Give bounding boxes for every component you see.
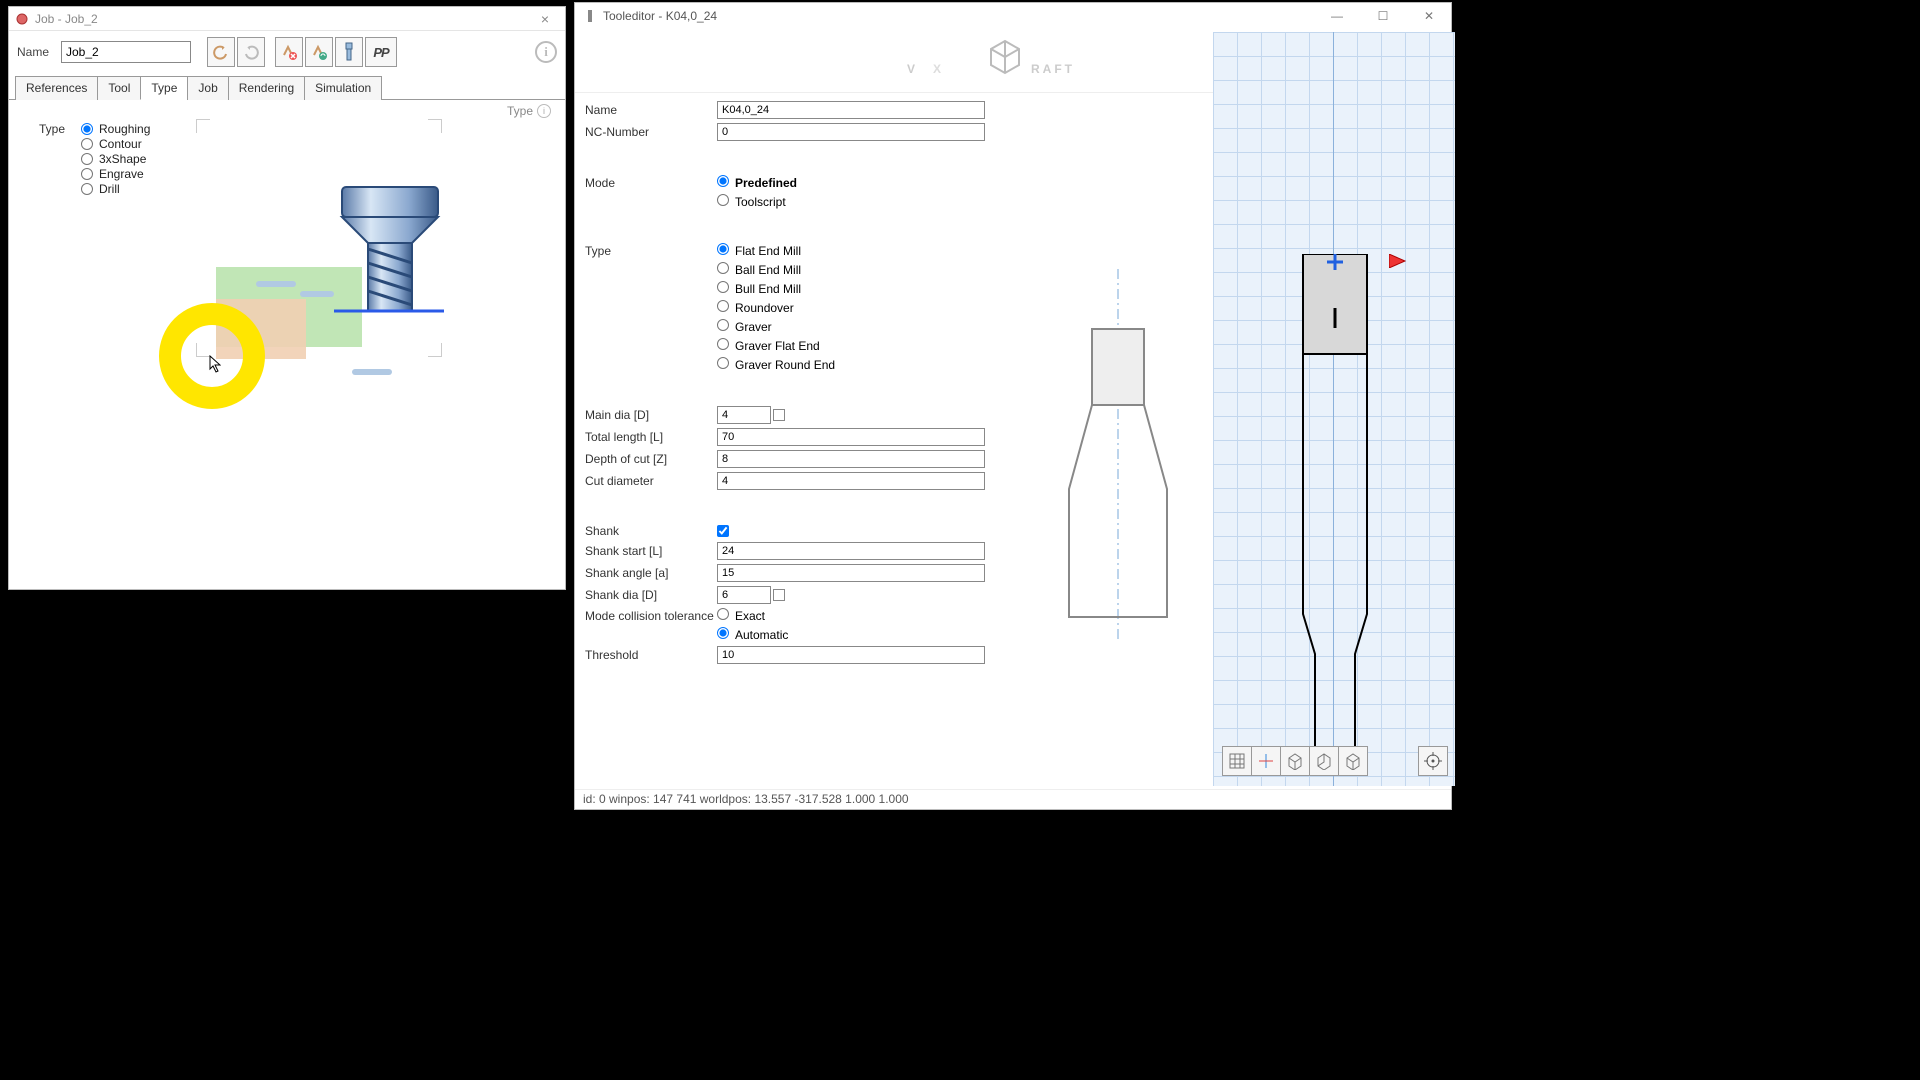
type-option-engrave[interactable]: Engrave	[81, 167, 150, 181]
tab-rendering[interactable]: Rendering	[228, 76, 305, 100]
type-option-drill[interactable]: Drill	[81, 182, 150, 196]
svg-text:RAFT: RAFT	[1031, 62, 1075, 76]
tool-icon-button[interactable]	[335, 37, 363, 67]
undo-button[interactable]	[207, 37, 235, 67]
svg-text:V: V	[907, 62, 917, 76]
cursor-icon	[209, 355, 221, 373]
cutdia-label: Cut diameter	[585, 474, 717, 488]
tab-job[interactable]: Job	[187, 76, 228, 100]
maindia-label: Main dia [D]	[585, 408, 717, 422]
view-side-button[interactable]	[1309, 746, 1339, 776]
tooltype-label: Type	[585, 244, 717, 258]
postprocessor-button[interactable]: PP	[365, 37, 397, 67]
job-toolbar: PP	[207, 37, 397, 67]
close-icon[interactable]: ×	[531, 11, 559, 27]
tooleditor-titlebar[interactable]: Tooleditor - K04,0_24 — ☐ ✕	[575, 3, 1451, 29]
nc-number-input[interactable]	[717, 123, 985, 141]
mode-option-toolscript[interactable]: Toolscript	[717, 194, 786, 209]
shankdia-input[interactable]	[717, 586, 771, 604]
maindia-input[interactable]	[717, 406, 771, 424]
blueprint-panel[interactable]	[1213, 32, 1455, 786]
type-option-ballend[interactable]: Ball End Mill	[717, 262, 801, 277]
type-option-roundover[interactable]: Roundover	[717, 300, 794, 315]
type-radio-group: Type Roughing Contour 3xShape Engrave Dr…	[81, 122, 150, 197]
type-option-contour[interactable]: Contour	[81, 137, 150, 151]
shankdia-lock-checkbox[interactable]	[773, 589, 785, 601]
type-option-3xshape[interactable]: 3xShape	[81, 152, 150, 166]
totallen-label: Total length [L]	[585, 430, 717, 444]
depthcut-input[interactable]	[717, 450, 985, 468]
blueprint-toolbar	[1222, 746, 1368, 776]
type-option-bullend[interactable]: Bull End Mill	[717, 281, 801, 296]
info-icon[interactable]: i	[535, 41, 557, 63]
blueprint-tool-outline	[1263, 254, 1407, 774]
job-app-icon	[15, 12, 29, 26]
mode-label: Mode	[585, 176, 717, 190]
status-bar: id: 0 winpos: 147 741 worldpos: 13.557 -…	[575, 789, 1451, 809]
tool-preview-diagram	[1033, 269, 1203, 639]
type-panel: Typei Type Roughing Contour 3xShape Engr…	[9, 100, 565, 570]
maindia-lock-checkbox[interactable]	[773, 409, 785, 421]
threshold-input[interactable]	[717, 646, 985, 664]
modecoll-label: Mode collision tolerance	[585, 609, 717, 623]
tool-name-input[interactable]	[717, 101, 985, 119]
collision-option-automatic[interactable]: Automatic	[717, 627, 788, 642]
job-title-text: Job - Job_2	[35, 12, 531, 26]
tooleditor-app-icon	[583, 9, 597, 23]
job-tabs: References Tool Type Job Rendering Simul…	[9, 75, 565, 100]
shank-label: Shank	[585, 524, 717, 538]
type-option-flatend[interactable]: Flat End Mill	[717, 243, 801, 258]
view-front-button[interactable]	[1280, 746, 1310, 776]
origin-cross-icon	[1327, 254, 1343, 270]
toolpath-refresh-button[interactable]	[305, 37, 333, 67]
type-option-graver[interactable]: Graver	[717, 319, 772, 334]
axis-button[interactable]	[1251, 746, 1281, 776]
tab-type[interactable]: Type	[140, 76, 188, 100]
cutdia-input[interactable]	[717, 472, 985, 490]
tooleditor-title-text: Tooleditor - K04,0_24	[603, 9, 1323, 23]
tab-simulation[interactable]: Simulation	[304, 76, 382, 100]
type-option-graverround[interactable]: Graver Round End	[717, 357, 835, 372]
type-group-label: Type	[39, 122, 65, 136]
mode-option-predefined[interactable]: Predefined	[717, 175, 797, 190]
shankdia-label: Shank dia [D]	[585, 588, 717, 602]
job-name-bar: Name PP i	[9, 31, 565, 73]
name-label: Name	[17, 45, 53, 59]
tool-icon	[334, 183, 444, 323]
grid-toggle-button[interactable]	[1222, 746, 1252, 776]
job-window: Job - Job_2 × Name PP i Ref	[8, 6, 566, 590]
redo-button[interactable]	[237, 37, 265, 67]
shankstart-label: Shank start [L]	[585, 544, 717, 558]
svg-text:X: X	[933, 62, 941, 76]
center-target-button[interactable]	[1418, 746, 1448, 776]
shank-checkbox[interactable]	[717, 525, 729, 537]
job-titlebar[interactable]: Job - Job_2 ×	[9, 7, 565, 31]
depthcut-label: Depth of cut [Z]	[585, 452, 717, 466]
totallen-input[interactable]	[717, 428, 985, 446]
close-icon[interactable]: ✕	[1415, 9, 1443, 23]
nc-label: NC-Number	[585, 125, 717, 139]
name-label: Name	[585, 103, 717, 117]
type-section-header: Typei	[507, 104, 551, 118]
tab-references[interactable]: References	[15, 76, 98, 100]
tab-tool[interactable]: Tool	[97, 76, 141, 100]
type-option-graverflat[interactable]: Graver Flat End	[717, 338, 820, 353]
job-name-input[interactable]	[61, 41, 191, 63]
maximize-icon[interactable]: ☐	[1369, 9, 1397, 23]
shankstart-input[interactable]	[717, 542, 985, 560]
shankangle-input[interactable]	[717, 564, 985, 582]
direction-flag-icon	[1389, 254, 1409, 268]
minimize-icon[interactable]: —	[1323, 9, 1351, 23]
toolpath-delete-button[interactable]	[275, 37, 303, 67]
shankangle-label: Shank angle [a]	[585, 566, 717, 580]
collision-option-exact[interactable]: Exact	[717, 608, 765, 623]
view-iso-button[interactable]	[1338, 746, 1368, 776]
type-option-roughing[interactable]: Roughing	[81, 122, 150, 136]
threshold-label: Threshold	[585, 648, 717, 662]
